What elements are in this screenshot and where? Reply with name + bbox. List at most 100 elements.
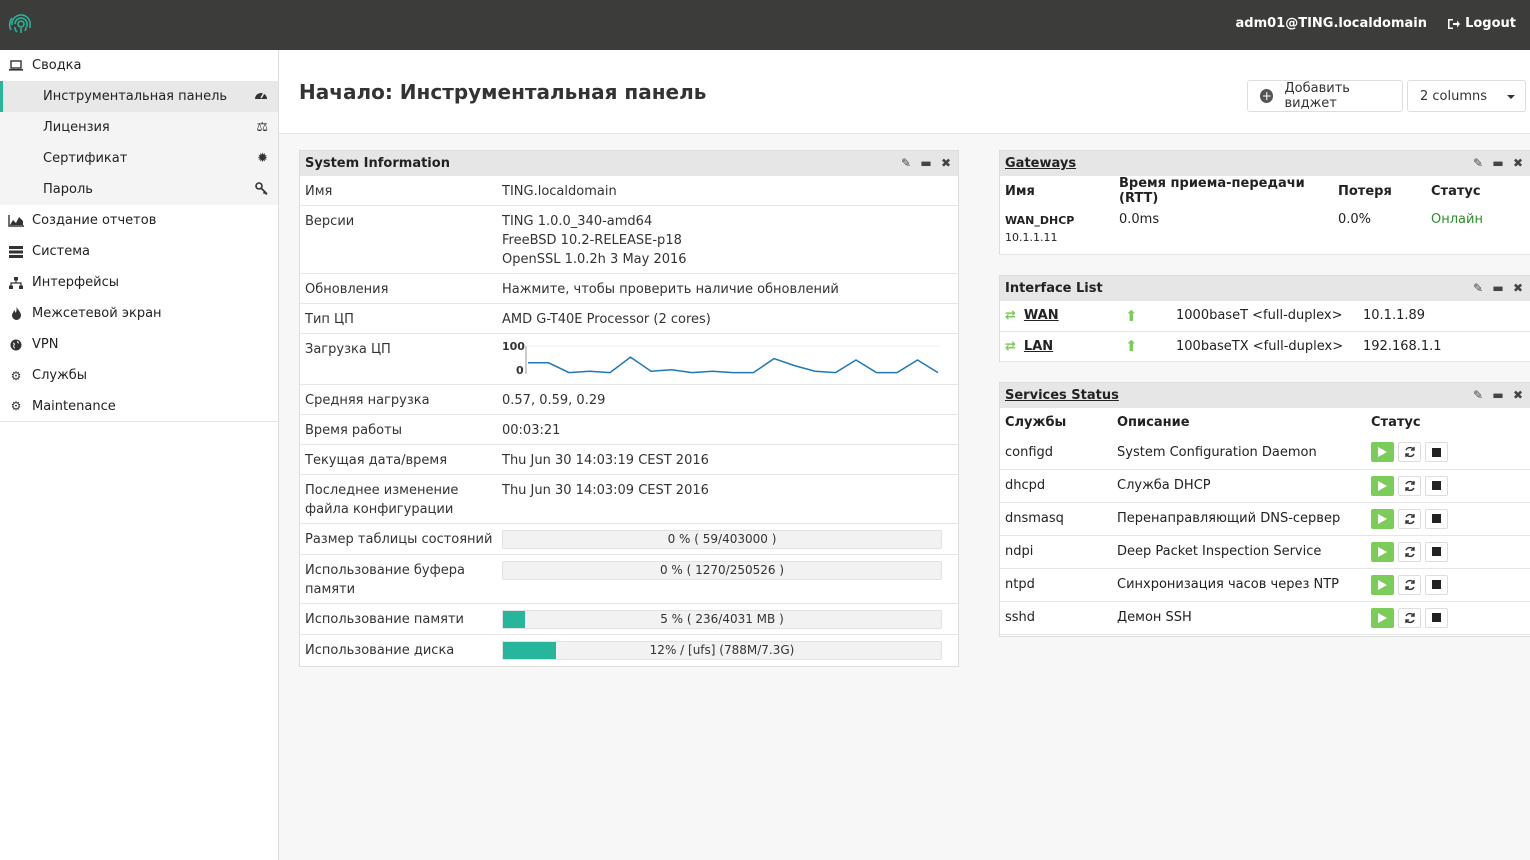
close-icon[interactable]: ✖ (1511, 388, 1525, 402)
play-button[interactable] (1371, 541, 1394, 562)
minimize-icon[interactable]: ▬ (1491, 281, 1505, 295)
columns-select[interactable]: 2 columns (1407, 80, 1526, 112)
restart-button[interactable] (1398, 442, 1421, 463)
play-icon (1378, 612, 1387, 623)
sidebar-item-label: Сертификат (43, 151, 128, 166)
version-line: FreeBSD 10.2-RELEASE-p18 (502, 233, 682, 248)
disk-bar: 12% / [ufs] (788M/7.3G) (502, 641, 942, 660)
info-row-memory: Использование памяти 5 % ( 236/4031 MB ) (300, 604, 958, 635)
widget-title-link[interactable]: Services Status (1005, 388, 1119, 403)
logout-label: Logout (1465, 16, 1516, 31)
service-controls (1366, 601, 1530, 635)
sidebar-item-label: Пароль (43, 182, 93, 197)
interface-media: 1000baseT <full-duplex> (1171, 301, 1358, 332)
sidebar-item-password[interactable]: Пароль (0, 174, 278, 205)
sidebar-item-license[interactable]: Лицензия ⚖ (0, 112, 278, 143)
refresh-icon (1404, 612, 1415, 623)
cpu-min-label: 0 (516, 364, 524, 377)
sign-out-icon (1448, 18, 1461, 29)
interface-link[interactable]: LAN (1024, 339, 1053, 354)
column-header: Описание (1117, 414, 1190, 430)
minimize-icon[interactable]: ▬ (1491, 156, 1505, 170)
sidebar-item-system[interactable]: Система (0, 236, 278, 267)
close-icon[interactable]: ✖ (1511, 281, 1525, 295)
restart-button[interactable] (1398, 574, 1421, 595)
fingerprint-logo-icon[interactable] (8, 10, 34, 38)
info-row-disk: Использование диска 12% / [ufs] (788M/7.… (300, 635, 958, 666)
stop-button[interactable] (1425, 475, 1448, 496)
version-line: OpenSSL 1.0.2h 3 May 2016 (502, 252, 687, 267)
certificate-icon: ✹ (257, 151, 268, 166)
interface-ip: 10.1.1.89 (1358, 301, 1530, 332)
row-value: 0.57, 0.59, 0.29 (502, 393, 606, 408)
minimize-icon[interactable]: ▬ (1491, 388, 1505, 402)
exchange-icon: ⇄ (1005, 308, 1016, 324)
sidebar-item-vpn[interactable]: VPN (0, 329, 278, 360)
widget-header: System Information ✎ ▬ ✖ (300, 151, 958, 176)
minimize-icon[interactable]: ▬ (919, 156, 933, 170)
sidebar-item-maintenance[interactable]: ⚙ Maintenance (0, 391, 278, 422)
restart-button[interactable] (1398, 541, 1421, 562)
play-button[interactable] (1371, 442, 1394, 463)
play-button[interactable] (1371, 607, 1394, 628)
area-chart-icon (7, 214, 25, 227)
play-button[interactable] (1371, 475, 1394, 496)
restart-button[interactable] (1398, 508, 1421, 529)
sidebar-item-label: Создание отчетов (32, 213, 157, 228)
refresh-icon (1404, 447, 1415, 458)
stop-button[interactable] (1425, 442, 1448, 463)
logout-button[interactable]: Logout (1447, 16, 1516, 31)
service-description: Синхронизация часов через NTP (1112, 568, 1366, 602)
columns-select-value: 2 columns (1420, 88, 1488, 104)
pencil-icon[interactable]: ✎ (899, 156, 913, 170)
close-icon[interactable]: ✖ (1511, 156, 1525, 170)
sidebar-item-certificate[interactable]: Сертификат ✹ (0, 143, 278, 174)
service-name: ntpd (1000, 568, 1112, 602)
info-row-datetime: Текущая дата/время Thu Jun 30 14:03:19 C… (300, 445, 958, 475)
play-icon (1378, 447, 1387, 458)
service-name: dhcpd (1000, 469, 1112, 503)
exchange-icon: ⇄ (1005, 338, 1016, 354)
stop-icon (1432, 447, 1441, 457)
widget-title: Interface List (1005, 281, 1103, 296)
sidebar-item-label: Интерфейсы (32, 275, 120, 290)
check-updates-link[interactable]: Нажмите, чтобы проверить наличие обновле… (502, 280, 953, 297)
play-button[interactable] (1371, 508, 1394, 529)
row-key: Имя (305, 184, 333, 199)
sidebar-item-firewall[interactable]: Межсетевой экран (0, 298, 278, 329)
stop-button[interactable] (1425, 508, 1448, 529)
table-row: ndpi Deep Packet Inspection Service (1000, 535, 1530, 569)
service-name: configd (1000, 436, 1112, 470)
stop-icon (1432, 547, 1441, 556)
sidebar-item-dashboard[interactable]: Инструментальная панель (0, 81, 278, 112)
restart-button[interactable] (1398, 475, 1421, 496)
interface-media: 100baseTX <full-duplex> (1171, 331, 1358, 362)
gateway-loss: 0.0% (1333, 206, 1426, 255)
stop-button[interactable] (1425, 574, 1448, 595)
add-widget-button[interactable]: + Добавить виджет (1247, 80, 1403, 112)
sidebar-item-interfaces[interactable]: Интерфейсы (0, 267, 278, 298)
pencil-icon[interactable]: ✎ (1471, 156, 1485, 170)
cpu-max-label: 100 (502, 340, 525, 353)
sidebar-item-label: Maintenance (32, 398, 116, 414)
play-button[interactable] (1371, 574, 1394, 595)
sidebar-item-services[interactable]: ⚙ Службы (0, 360, 278, 391)
stop-button[interactable] (1425, 607, 1448, 628)
stop-button[interactable] (1425, 541, 1448, 562)
services-status-widget: Services Status ✎ ▬ ✖ Службы Описание Ст… (999, 382, 1530, 637)
pencil-icon[interactable]: ✎ (1471, 281, 1485, 295)
close-icon[interactable]: ✖ (939, 156, 953, 170)
interface-link[interactable]: WAN (1024, 308, 1059, 323)
sidebar-item-label: Инструментальная панель (43, 89, 228, 104)
stop-icon (1432, 481, 1441, 490)
sidebar-item-reporting[interactable]: Создание отчетов (0, 205, 278, 236)
sidebar-item-label: Межсетевой экран (32, 306, 162, 321)
restart-button[interactable] (1398, 607, 1421, 628)
cpu-sparkline: 100 0 (502, 340, 940, 377)
pencil-icon[interactable]: ✎ (1471, 388, 1485, 402)
chevron-down-icon (1507, 95, 1515, 99)
info-row-state-table: Размер таблицы состояний 0 % ( 59/403000… (300, 524, 958, 555)
sidebar-item-summary[interactable]: Сводка (0, 50, 278, 81)
widget-title-link[interactable]: Gateways (1005, 156, 1076, 171)
service-controls (1366, 469, 1530, 503)
